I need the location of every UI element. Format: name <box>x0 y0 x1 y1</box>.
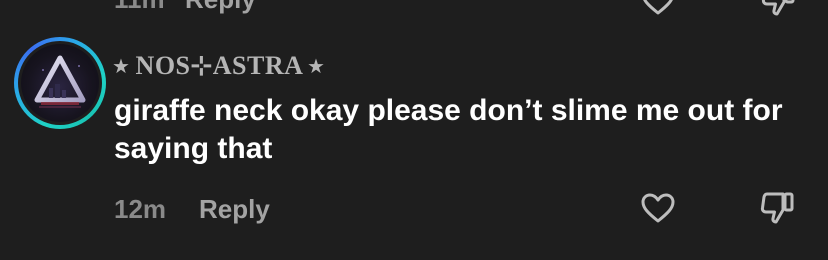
thumbs-down-outline-icon <box>761 0 795 16</box>
comment-username[interactable]: ⭑ NOS⊹ASTRA ⭑ <box>114 50 324 82</box>
previous-comment-actions: 11m Reply <box>0 0 828 22</box>
dislike-button[interactable] <box>757 190 797 226</box>
comment-timestamp: 12m <box>114 194 167 224</box>
previous-comment-timestamp: 11m <box>114 0 165 14</box>
reply-button[interactable]: Reply <box>199 194 270 224</box>
previous-comment-reply-button[interactable]: Reply <box>185 0 256 14</box>
like-button[interactable] <box>638 190 678 226</box>
thumbs-down-outline-icon <box>760 192 794 224</box>
previous-comment-like-button[interactable] <box>638 0 678 18</box>
avatar-image <box>21 44 99 122</box>
previous-comment-dislike-button[interactable] <box>758 0 798 18</box>
avatar-ring-gap <box>18 41 102 125</box>
heart-outline-icon <box>643 0 673 15</box>
avatar[interactable] <box>14 37 106 129</box>
heart-outline-icon <box>641 193 675 223</box>
comment-text: giraffe neck okay please don’t slime me … <box>114 94 783 165</box>
triangle-logo-icon <box>34 55 86 108</box>
